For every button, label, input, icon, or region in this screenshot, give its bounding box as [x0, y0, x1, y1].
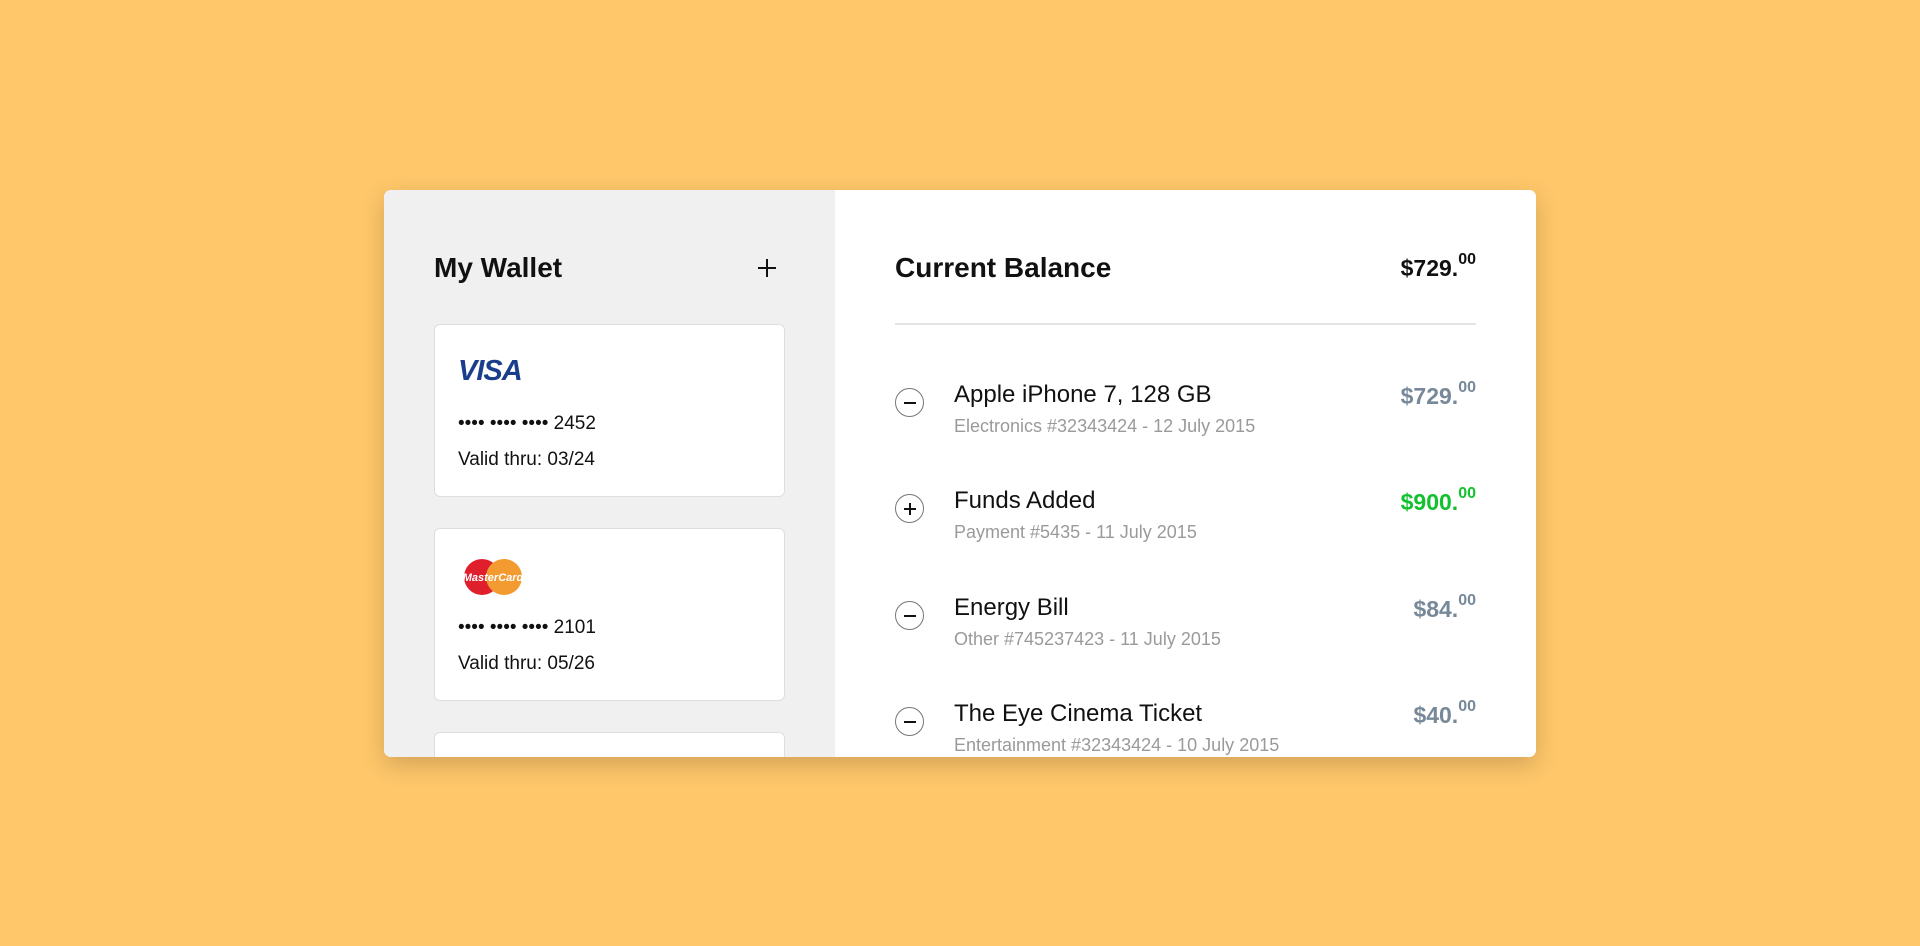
card-mastercard[interactable]: MasterCard •••• •••• •••• 2101 Valid thr… [434, 528, 785, 701]
transaction-meta: Electronics #32343424 - 12 July 2015 [954, 416, 1256, 436]
transaction-amount-cents: 00 [1458, 592, 1476, 610]
card-number: •••• •••• •••• 2101 [458, 617, 596, 638]
transaction-amount-cents: 00 [1458, 698, 1476, 716]
mastercard-logo-icon: MasterCard [458, 555, 538, 599]
card-number: •••• •••• •••• 2452 [458, 413, 596, 434]
card-visa[interactable]: VISA •••• •••• •••• 2452 Valid thru: 03/… [434, 324, 785, 497]
plus-icon[interactable] [895, 494, 924, 523]
transaction-name: Funds Added [954, 487, 1096, 514]
balance-title: Current Balance [895, 252, 1112, 283]
transaction-amount: $40.00 [1413, 699, 1476, 729]
minus-icon[interactable] [895, 707, 924, 736]
card-valid-thru: Valid thru: 03/24 [458, 449, 595, 470]
svg-text:MasterCard: MasterCard [463, 572, 524, 584]
balance-amount-main: $729. [1400, 254, 1459, 281]
transaction-amount-main: $729. [1400, 383, 1459, 409]
transaction-amount: $900.00 [1400, 486, 1476, 516]
transaction-meta: Payment #5435 - 11 July 2015 [954, 522, 1197, 542]
balance-panel: Current Balance $729.00 Apple iPhone 7, … [835, 190, 1536, 757]
wallet-title: My Wallet [434, 252, 563, 283]
minus-icon[interactable] [895, 388, 924, 417]
transaction-amount-main: $900. [1400, 489, 1459, 515]
transaction-name: The Eye Cinema Ticket [954, 700, 1203, 727]
card-partial[interactable] [434, 732, 785, 757]
balance-header: Current Balance $729.00 [895, 240, 1476, 296]
transaction-item[interactable]: Apple iPhone 7, 128 GB Electronics #3234… [895, 380, 1476, 451]
minus-icon[interactable] [895, 601, 924, 630]
wallet-header: My Wallet [434, 240, 785, 296]
balance-amount-cents: 00 [1458, 250, 1476, 268]
wallet-app: My Wallet VISA •••• •••• •••• 2452 Valid… [384, 190, 1536, 757]
transaction-meta: Entertainment #32343424 - 10 July 2015 [954, 735, 1280, 755]
transaction-item[interactable]: The Eye Cinema Ticket Entertainment #323… [895, 699, 1476, 757]
transaction-name: Apple iPhone 7, 128 GB [954, 381, 1212, 408]
transaction-item[interactable]: Energy Bill Other #745237423 - 11 July 2… [895, 593, 1476, 664]
transaction-amount-main: $40. [1413, 702, 1459, 728]
card-valid-thru: Valid thru: 05/26 [458, 653, 595, 674]
transaction-amount-cents: 00 [1458, 485, 1476, 503]
wallet-panel: My Wallet VISA •••• •••• •••• 2452 Valid… [384, 190, 835, 757]
add-card-button[interactable] [749, 250, 785, 286]
transaction-amount-main: $84. [1413, 596, 1459, 622]
transaction-amount: $84.00 [1413, 593, 1476, 623]
transaction-item[interactable]: Funds Added Payment #5435 - 11 July 2015… [895, 486, 1476, 557]
divider [895, 323, 1476, 325]
visa-logo-icon: VISA [458, 355, 523, 387]
transaction-amount-cents: 00 [1458, 379, 1476, 397]
plus-icon [758, 259, 776, 277]
transaction-name: Energy Bill [954, 594, 1069, 621]
transaction-meta: Other #745237423 - 11 July 2015 [954, 629, 1221, 649]
transaction-amount: $729.00 [1400, 380, 1476, 410]
balance-amount: $729.00 [1400, 251, 1476, 282]
